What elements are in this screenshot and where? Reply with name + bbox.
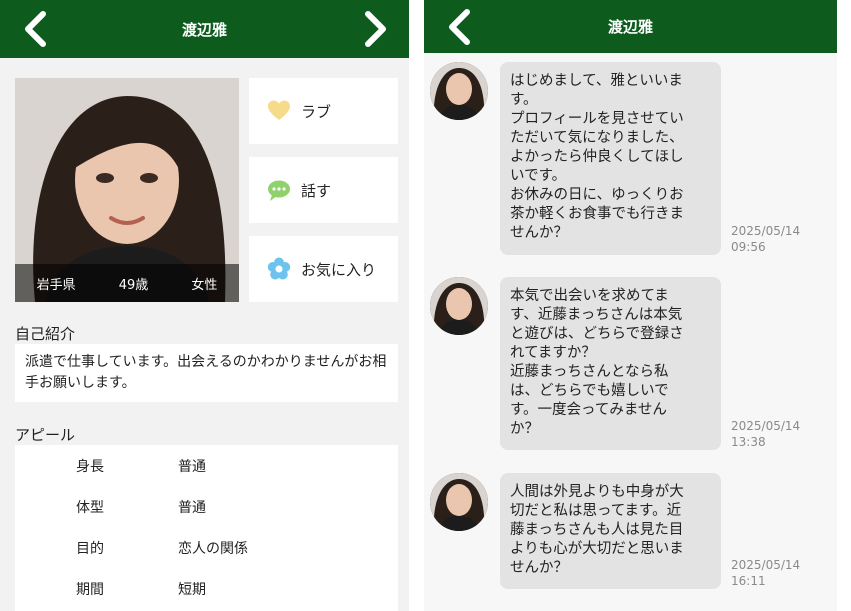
message-bubble: 人間は外見よりも中身が大 切だと私は思ってます。近 藤まっちさんも人は見た目 よ… (500, 473, 721, 589)
love-button[interactable]: ラブ (249, 78, 398, 144)
appeal-row-height: 身長 普通 (15, 445, 398, 486)
chat-panel: 渡辺雅 はじめまして、雅といいま す。 プロフィールを見させてい ただいて気にな… (424, 0, 837, 611)
appeal-value: 短期 (178, 581, 206, 598)
talk-button-label: 話す (301, 181, 332, 200)
message-bubble: はじめまして、雅といいま す。 プロフィールを見させてい ただいて気になりました… (500, 62, 721, 255)
chat-partner-title: 渡辺雅 (607, 18, 653, 36)
age-label: 49歳 (118, 277, 149, 293)
appeal-key: 目的 (76, 540, 104, 557)
message-bubble: 本気で出会いを求めてま す、近藤まっちさんは本気 と遊びは、どちらで登録さ れて… (500, 277, 721, 450)
appeal-row-purpose: 目的 恋人の関係 (15, 527, 398, 568)
chat-bubble-icon (267, 178, 291, 202)
talk-button[interactable]: 話す (249, 157, 398, 223)
profile-panel: 渡辺雅 岩手県 49歳 女性 ラブ 話す お気に入り 自己紹介 派遣で仕事してい… (0, 0, 409, 611)
avatar[interactable] (430, 473, 488, 531)
prefecture-label: 岩手県 (36, 277, 76, 293)
favorite-button[interactable]: お気に入り (249, 236, 398, 302)
appeal-key: 身長 (76, 458, 104, 475)
flower-icon (267, 257, 291, 281)
profile-name-title: 渡辺雅 (181, 20, 227, 39)
profile-header: 渡辺雅 (0, 0, 409, 58)
message-timestamp: 2025/05/14 16:11 (731, 558, 801, 588)
appeal-row-period: 期間 短期 (15, 568, 398, 609)
appeal-value: 普通 (178, 499, 206, 516)
love-button-label: ラブ (301, 102, 332, 121)
appeal-value: 恋人の関係 (178, 540, 248, 557)
avatar[interactable] (430, 277, 488, 335)
favorite-button-label: お気に入り (301, 260, 377, 279)
message-timestamp: 2025/05/14 13:38 (731, 419, 801, 449)
appeal-row-body-type: 体型 普通 (15, 486, 398, 527)
message-timestamp: 2025/05/14 09:56 (731, 224, 801, 254)
heart-icon (267, 99, 291, 123)
chat-header: 渡辺雅 (424, 0, 837, 53)
forward-button[interactable] (351, 0, 401, 58)
appeal-key: 体型 (76, 499, 104, 516)
chevron-right-icon (365, 11, 386, 47)
photo-caption: 岩手県 49歳 女性 (15, 264, 239, 302)
gender-label: 女性 (191, 277, 218, 293)
avatar[interactable] (430, 62, 488, 120)
intro-text: 派遣で仕事しています。出会えるのかわかりませんがお相手お願いします。 (15, 344, 398, 402)
appeal-value: 普通 (178, 458, 206, 475)
appeal-table: 身長 普通 体型 普通 目的 恋人の関係 期間 短期 (15, 445, 398, 611)
appeal-key: 期間 (76, 581, 104, 598)
intro-heading: 自己紹介 (15, 325, 76, 343)
appeal-heading: アピール (15, 426, 76, 444)
profile-photo[interactable]: 岩手県 49歳 女性 (15, 78, 239, 302)
